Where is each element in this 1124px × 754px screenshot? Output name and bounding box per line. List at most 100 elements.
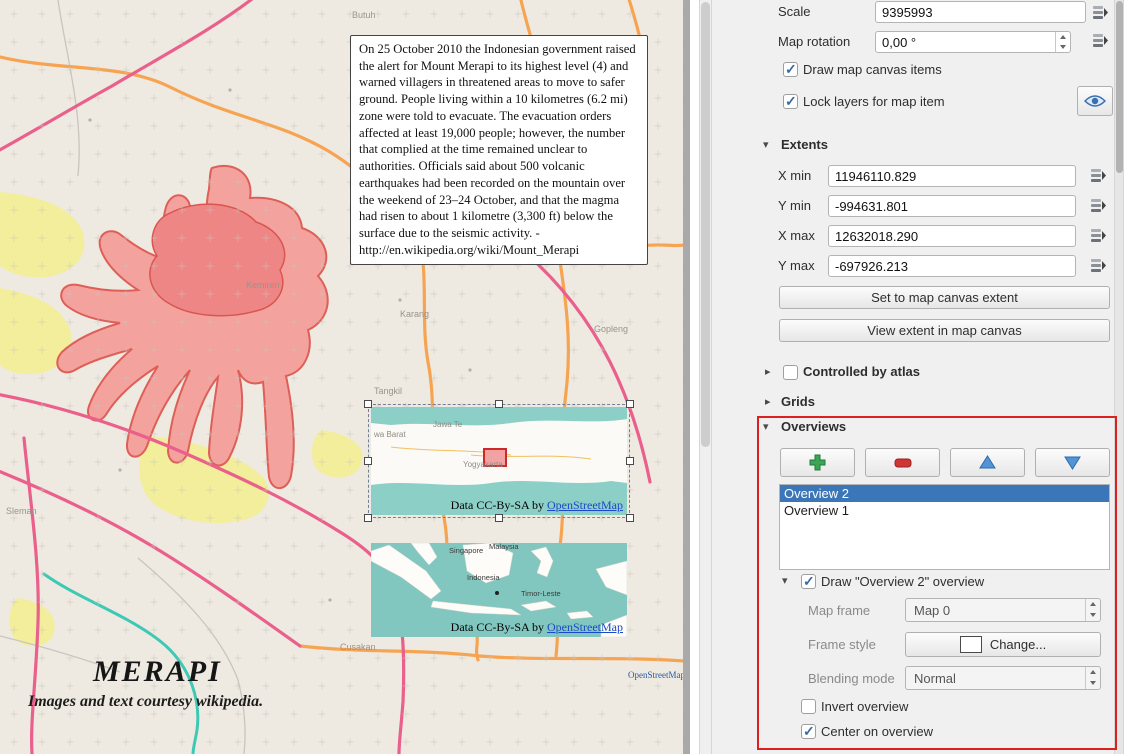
xmax-value: 12632018.290 — [835, 229, 918, 244]
draw-overview-label: Draw "Overview 2" overview — [821, 574, 984, 589]
ymax-value: -697926.213 — [835, 259, 908, 274]
set-to-map-canvas-extent-button[interactable]: Set to map canvas extent — [779, 286, 1110, 309]
overview1-attribution: Data CC-By-SA by OpenStreetMap — [451, 498, 623, 513]
xmin-label: X min — [778, 168, 811, 183]
layer-visibility-preset-button[interactable] — [1077, 86, 1113, 116]
blending-mode-value: Normal — [914, 671, 956, 686]
scrollbar-thumb[interactable] — [701, 2, 710, 447]
qgis-composer-window: Butuh Sleman Kemiren Karang Tangkil Gopl… — [0, 0, 1124, 754]
overview-map-item-1[interactable]: wa Barat Jawa Te Yogyakarta Data CC-By-S… — [371, 407, 627, 515]
xmax-label: X max — [778, 228, 815, 243]
plus-icon — [809, 454, 826, 471]
ymin-data-defined-override-icon[interactable] — [1087, 194, 1109, 216]
center-on-overview-label: Center on overview — [821, 724, 933, 739]
region-label: Indonesia — [467, 573, 500, 582]
frame-style-color-swatch — [960, 636, 982, 653]
map-frame-value: Map 0 — [914, 603, 950, 618]
extents-collapse-icon[interactable] — [763, 139, 775, 151]
selection-handle-nw[interactable] — [364, 400, 372, 408]
minus-icon — [894, 458, 912, 468]
remove-overview-button[interactable] — [865, 448, 940, 477]
view-extent-in-map-canvas-button[interactable]: View extent in map canvas — [779, 319, 1110, 342]
map-frame-label: Map frame — [808, 603, 870, 618]
selection-handle-w[interactable] — [364, 457, 372, 465]
map-rotation-label: Map rotation — [778, 34, 850, 49]
blending-mode-combo[interactable]: Normal — [905, 666, 1101, 690]
scale-label: Scale — [778, 4, 811, 19]
annotation-text: On 25 October 2010 the Indonesian govern… — [359, 42, 636, 257]
draw-map-canvas-items-checkbox[interactable] — [783, 62, 798, 77]
selection-handle-s[interactable] — [495, 514, 503, 522]
list-item-overview-2[interactable]: Overview 2 — [780, 485, 1109, 502]
attribution-link[interactable]: OpenStreetMap — [547, 620, 623, 634]
ymin-input[interactable]: -994631.801 — [828, 195, 1076, 217]
move-overview-down-button[interactable] — [1035, 448, 1110, 477]
invert-overview-checkbox[interactable] — [801, 699, 816, 714]
frame-style-label: Frame style — [808, 637, 876, 652]
overviews-list[interactable]: Overview 2 Overview 1 — [779, 484, 1110, 570]
xmin-input[interactable]: 11946110.829 — [828, 165, 1076, 187]
canvas-shadow — [683, 0, 690, 754]
arrow-up-icon — [979, 455, 996, 470]
ymin-label: Y min — [778, 198, 811, 213]
region-label: wa Barat — [373, 430, 406, 439]
extents-section-title: Extents — [781, 137, 828, 152]
map-frame-combo[interactable]: Map 0 — [905, 598, 1101, 622]
region-label: Singapore — [449, 546, 483, 555]
center-on-overview-checkbox[interactable] — [801, 724, 816, 739]
map-title: MERAPI — [93, 655, 222, 689]
selection-handle-sw[interactable] — [364, 514, 372, 522]
xmin-value: 11946110.829 — [835, 169, 916, 184]
selection-handle-ne[interactable] — [626, 400, 634, 408]
xmax-input[interactable]: 12632018.290 — [828, 225, 1076, 247]
rotation-data-defined-override-icon[interactable] — [1089, 29, 1111, 51]
overview2-attribution: Data CC-By-SA by OpenStreetMap — [451, 620, 623, 635]
list-item-overview-1[interactable]: Overview 1 — [780, 502, 1109, 519]
ymax-input[interactable]: -697926.213 — [828, 255, 1076, 277]
grids-section-title: Grids — [781, 394, 815, 409]
panel-vertical-scrollbar[interactable] — [1114, 0, 1124, 754]
map-rotation-value: 0,00 ° — [882, 35, 916, 50]
overview-map-item-2[interactable]: Singapore Malaysia Indonesia Timor-Leste… — [371, 543, 627, 637]
overviews-section-title: Overviews — [781, 419, 846, 434]
annotation-text-box[interactable]: On 25 October 2010 the Indonesian govern… — [350, 35, 648, 265]
ymin-value: -994631.801 — [835, 199, 908, 214]
item-properties-panel: Scale 9395993 Map rotation 0,00 ° Draw m… — [712, 0, 1114, 754]
combo-arrows — [1085, 667, 1100, 689]
selection-handle-n[interactable] — [495, 400, 503, 408]
lock-layers-checkbox[interactable] — [783, 94, 798, 109]
scale-value: 9395993 — [882, 5, 933, 20]
scrollbar-thumb[interactable] — [1116, 1, 1123, 173]
draw-overview-collapse-icon[interactable] — [782, 575, 794, 587]
add-overview-button[interactable] — [780, 448, 855, 477]
main-map-attribution-link[interactable]: OpenStreetMap — [628, 670, 683, 680]
spinner-arrows[interactable] — [1055, 32, 1070, 52]
scale-input[interactable]: 9395993 — [875, 1, 1086, 23]
region-label: Jawa Te — [433, 420, 463, 429]
controlled-by-atlas-checkbox[interactable] — [783, 365, 798, 380]
attribution-link[interactable]: OpenStreetMap — [547, 498, 623, 512]
composition-map-canvas[interactable]: Butuh Sleman Kemiren Karang Tangkil Gopl… — [0, 0, 683, 754]
selection-handle-se[interactable] — [626, 514, 634, 522]
draw-map-canvas-items-label: Draw map canvas items — [803, 62, 942, 77]
grids-collapse-icon[interactable] — [765, 396, 777, 408]
invert-overview-label: Invert overview — [821, 699, 908, 714]
merapi-location-dot — [495, 591, 499, 595]
scale-data-defined-override-icon[interactable] — [1089, 1, 1111, 23]
canvas-vertical-scrollbar[interactable] — [699, 0, 712, 754]
attribution-text: Data CC-By-SA by — [451, 620, 547, 634]
atlas-section-title: Controlled by atlas — [803, 364, 920, 379]
map-rotation-spinbox[interactable]: 0,00 ° — [875, 31, 1071, 53]
selection-handle-e[interactable] — [626, 457, 634, 465]
frame-style-change-button[interactable]: Change... — [905, 632, 1101, 657]
xmax-data-defined-override-icon[interactable] — [1087, 224, 1109, 246]
atlas-collapse-icon[interactable] — [765, 366, 777, 378]
lock-layers-label: Lock layers for map item — [803, 94, 945, 109]
ymax-data-defined-override-icon[interactable] — [1087, 254, 1109, 276]
ymax-label: Y max — [778, 258, 815, 273]
overviews-collapse-icon[interactable] — [763, 421, 775, 433]
draw-overview-checkbox[interactable] — [801, 574, 816, 589]
frame-style-button-label: Change... — [990, 637, 1046, 652]
move-overview-up-button[interactable] — [950, 448, 1025, 477]
xmin-data-defined-override-icon[interactable] — [1087, 164, 1109, 186]
